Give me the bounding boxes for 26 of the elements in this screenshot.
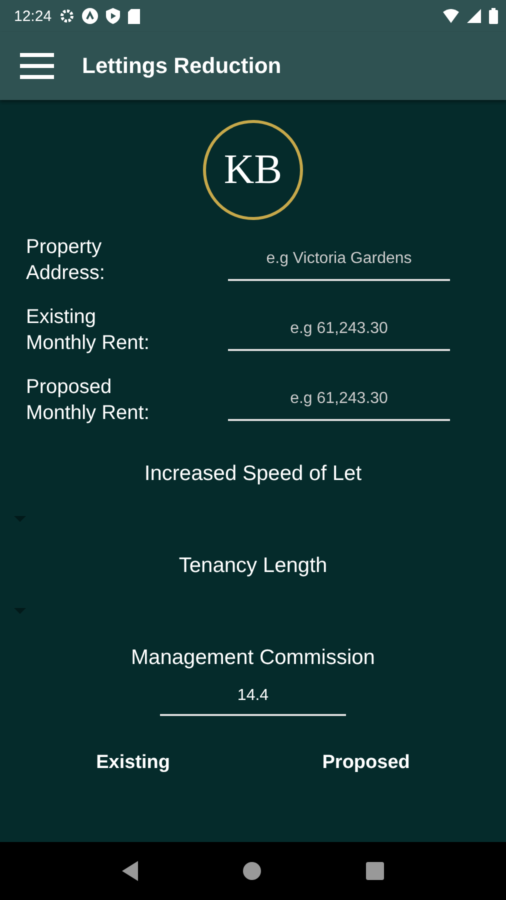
- battery-icon: [489, 8, 498, 24]
- sd-card-icon: [128, 8, 140, 24]
- input-field[interactable]: e.g Victoria Gardens: [228, 239, 450, 281]
- column-heading: Proposed: [322, 752, 410, 774]
- input-field[interactable]: e.g 61,243.30: [228, 379, 450, 421]
- input-field[interactable]: e.g 61,243.30: [228, 309, 450, 351]
- gear-icon: [60, 9, 74, 23]
- section-heading: Increased Speed of Let: [144, 462, 362, 486]
- field-label: Property Address:: [26, 235, 106, 286]
- status-time: 12:24: [14, 8, 52, 24]
- column-heading: Existing: [96, 752, 170, 774]
- field-label: Existing Monthly Rent:: [26, 305, 150, 356]
- signal-icon: [467, 9, 481, 23]
- home-icon[interactable]: [242, 862, 261, 880]
- recents-icon[interactable]: [366, 862, 384, 880]
- field-label: Proposed Monthly Rent:: [26, 375, 150, 426]
- wifi-icon: [443, 9, 459, 23]
- section-heading: Tenancy Length: [178, 554, 328, 578]
- app-title: Lettings Reduction: [82, 53, 282, 79]
- logo: KB: [203, 120, 303, 220]
- back-icon[interactable]: [122, 861, 138, 881]
- shield-play-icon: [106, 8, 120, 24]
- input-field[interactable]: 14.4: [160, 678, 346, 716]
- app-badge-icon: [82, 8, 98, 24]
- section-heading: Management Commission: [131, 646, 375, 670]
- menu-icon[interactable]: [20, 53, 54, 79]
